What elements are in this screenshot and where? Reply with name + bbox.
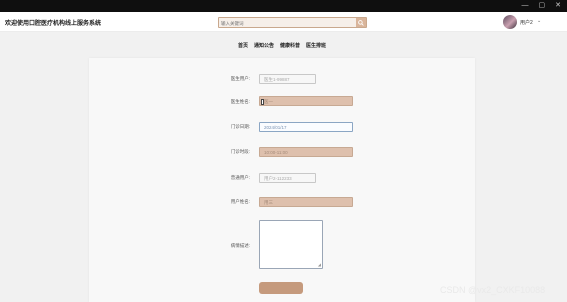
watermark: CSDN @vx2_CXKF10088 [440, 285, 546, 295]
chevron-down-icon[interactable]: ⌄ [537, 18, 541, 24]
search-bar [218, 17, 367, 28]
nav-item-notices[interactable]: 通知公告 [254, 42, 274, 49]
user-account-label: 普通用户: [230, 175, 250, 180]
doctor-name-field[interactable]: 医一 [259, 96, 353, 106]
site-header: 欢迎使用口腔医疗机构线上服务系统 用户2 ⌄ [0, 12, 567, 32]
user-name-field[interactable]: 用三 [259, 197, 353, 207]
avatar[interactable] [503, 15, 517, 29]
window-titlebar: — ▢ ✕ [0, 0, 567, 12]
appointment-form: 医生用户: 医生1-99887 医生姓名: 医一 门诊日期: 2024/01/1… [89, 58, 475, 302]
description-textarea[interactable]: ◢ [259, 220, 323, 269]
clinic-time-field[interactable]: 10:00-11:00 [259, 147, 353, 157]
nav-item-doctor-schedule[interactable]: 医生排班 [306, 42, 326, 49]
close-icon[interactable]: ✕ [555, 1, 561, 11]
submit-button[interactable] [259, 282, 303, 294]
resize-handle-icon[interactable]: ◢ [318, 262, 321, 267]
search-icon [358, 19, 364, 26]
site-title: 欢迎使用口腔医疗机构线上服务系统 [5, 21, 102, 27]
nav-item-home[interactable]: 首页 [238, 42, 248, 49]
search-input[interactable] [221, 19, 353, 27]
clinic-date-input[interactable]: 2024/01/17 [259, 122, 353, 132]
user-name[interactable]: 用户2 [520, 19, 533, 26]
search-button[interactable] [356, 18, 366, 27]
description-label: 病情描述: [230, 243, 250, 248]
doctor-account-field: 医生1-99887 [259, 74, 316, 84]
user-name-label: 用户姓名: [230, 199, 250, 204]
clinic-time-label: 门诊时段: [230, 149, 250, 154]
main-nav: 首页 通知公告 健康科普 医生排班 [238, 42, 326, 49]
maximize-icon[interactable]: ▢ [539, 1, 546, 11]
window-controls: — ▢ ✕ [522, 1, 562, 11]
clinic-date-label: 门诊日期: [230, 124, 250, 129]
nav-item-health-science[interactable]: 健康科普 [280, 42, 300, 49]
doctor-name-label: 医生姓名: [230, 99, 250, 104]
text-cursor-icon [261, 99, 264, 105]
minimize-icon[interactable]: — [522, 1, 529, 11]
doctor-account-label: 医生用户: [230, 76, 250, 81]
user-account-field: 用户2-112233 [259, 173, 316, 183]
